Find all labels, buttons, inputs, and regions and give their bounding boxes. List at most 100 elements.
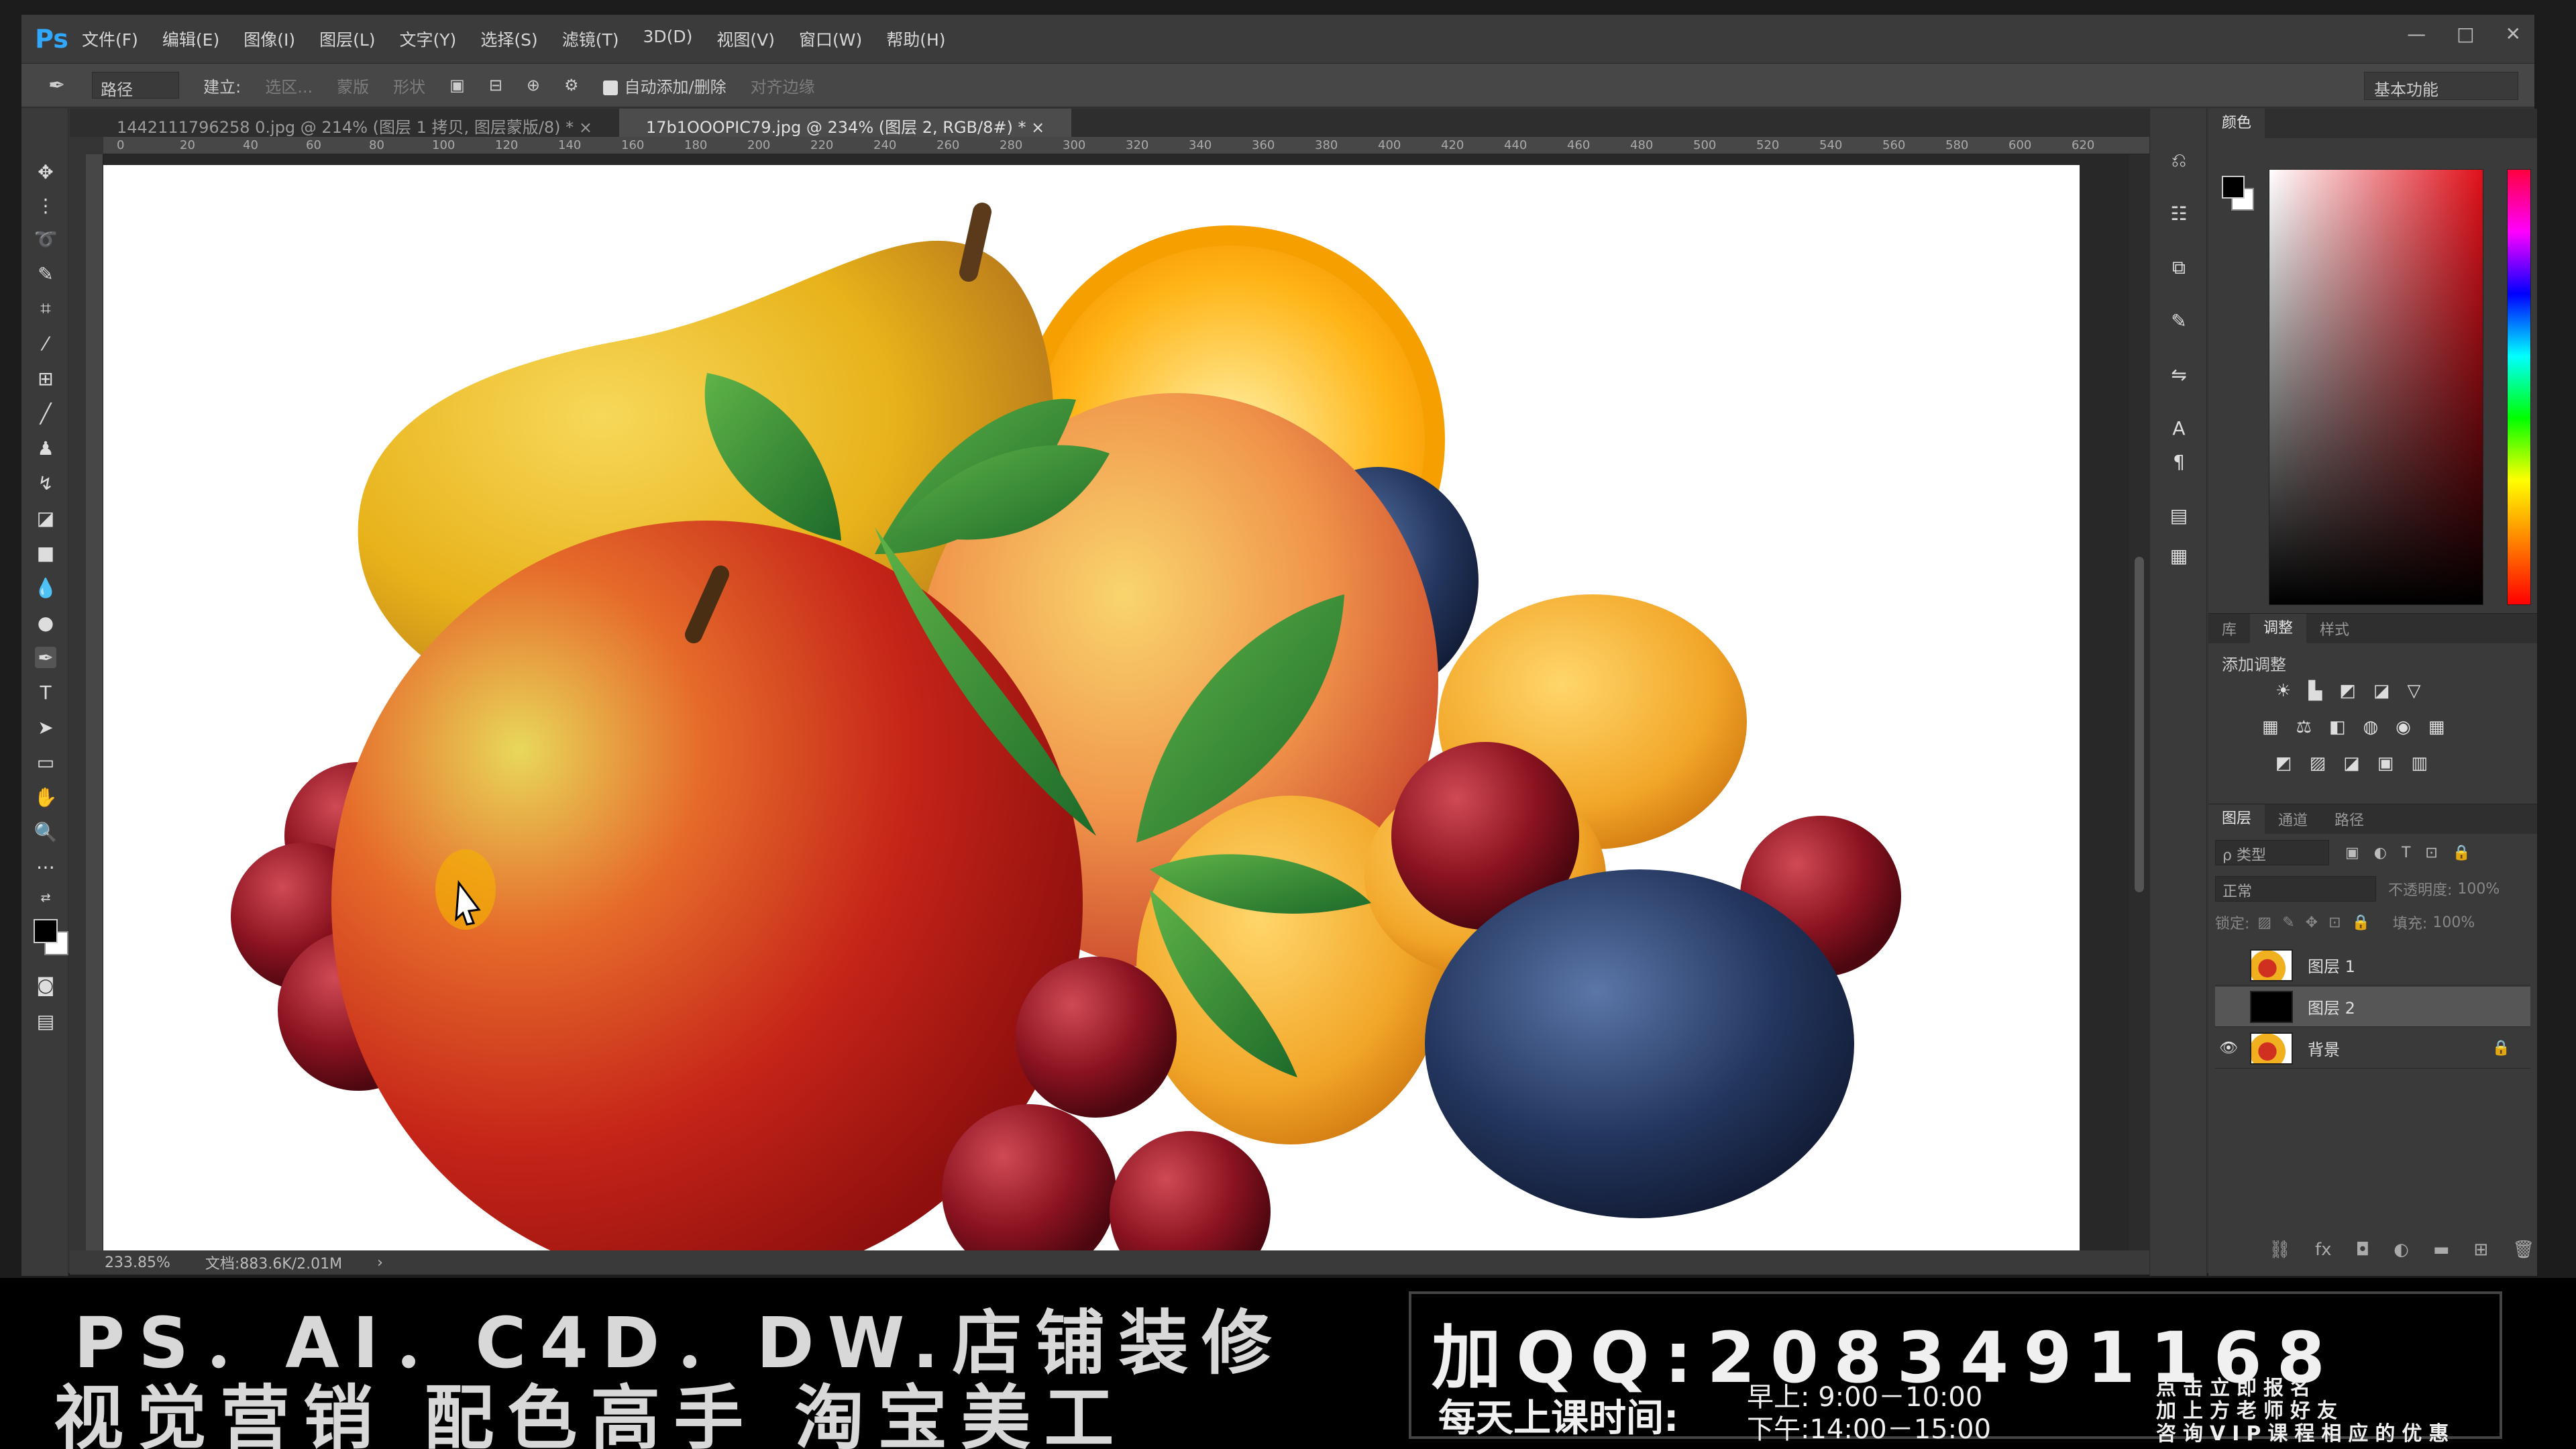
- eye-icon[interactable]: 👁: [2215, 1040, 2242, 1057]
- selective-color-icon[interactable]: ▣: [2377, 753, 2394, 773]
- layer-filter-icons[interactable]: ▣◐T⊡🔒: [2345, 845, 2485, 861]
- gradient-map-icon[interactable]: ▥: [2411, 753, 2428, 773]
- history-icon[interactable]: ⎌: [2167, 149, 2190, 172]
- menu-image[interactable]: 图像(I): [244, 27, 295, 51]
- quick-mask-icon[interactable]: ◙: [35, 974, 56, 996]
- invert-icon[interactable]: ◩: [2275, 753, 2292, 773]
- path-select-tool-icon[interactable]: ➤: [35, 716, 56, 739]
- blur-tool-icon[interactable]: 💧: [34, 577, 58, 599]
- swap-colors-icon[interactable]: ⇄: [35, 887, 56, 908]
- layer-row-1[interactable]: 图层 1: [2215, 945, 2530, 985]
- opacity-value[interactable]: 100%: [2457, 881, 2500, 898]
- color-balance-icon[interactable]: ⚖: [2296, 717, 2312, 737]
- tab-library[interactable]: 库: [2208, 618, 2250, 639]
- tab-document-2[interactable]: 17b1OOOPIC79.jpg @ 234% (图层 2, RGB/8#) *…: [619, 109, 1072, 137]
- eraser-tool-icon[interactable]: ◪: [35, 507, 56, 529]
- layer-comps-icon[interactable]: ▤: [2167, 504, 2190, 527]
- curves-icon[interactable]: ◩: [2339, 681, 2356, 701]
- brush-presets-icon[interactable]: ✎: [2167, 310, 2190, 333]
- workspace-select[interactable]: 基本功能: [2364, 72, 2518, 100]
- crop-tool-icon[interactable]: ⌗: [35, 297, 56, 319]
- stamp-tool-icon[interactable]: ♟: [35, 437, 56, 460]
- menu-view[interactable]: 视图(V): [716, 27, 775, 51]
- quick-select-tool-icon[interactable]: ✎: [35, 263, 56, 285]
- marquee-tool-icon[interactable]: ⋮: [35, 195, 56, 217]
- tab-styles[interactable]: 样式: [2306, 618, 2363, 639]
- zoom-tool-icon[interactable]: 🔍: [34, 821, 58, 843]
- type-tool-icon[interactable]: T: [35, 682, 56, 704]
- lock-icon[interactable]: 🔒: [2492, 1040, 2510, 1057]
- exposure-icon[interactable]: ◪: [2373, 681, 2390, 701]
- pen-tool-icon[interactable]: ✒: [48, 74, 65, 97]
- posterize-icon[interactable]: ▨: [2310, 753, 2326, 773]
- canvas-area[interactable]: [103, 154, 2129, 1263]
- gradient-tool-icon[interactable]: ■: [35, 542, 56, 564]
- more-tools-icon[interactable]: ⋯: [35, 856, 56, 878]
- auto-add-delete-checkbox[interactable]: 自动添加/删除: [602, 74, 727, 97]
- tab-paths[interactable]: 路径: [2321, 808, 2377, 830]
- link-icon[interactable]: ⛓: [2269, 1240, 2291, 1260]
- levels-icon[interactable]: ▙: [2308, 681, 2322, 701]
- vibrance-icon[interactable]: ▽: [2407, 681, 2420, 701]
- mode-select[interactable]: 路径: [92, 72, 180, 99]
- color-lookup-icon[interactable]: ▦: [2428, 717, 2445, 737]
- hue-slider[interactable]: [2507, 169, 2531, 605]
- color-fg-swatch[interactable]: [2222, 176, 2245, 199]
- folder-icon[interactable]: ▬: [2433, 1240, 2450, 1260]
- menu-window[interactable]: 窗口(W): [799, 27, 862, 51]
- menu-layer[interactable]: 图层(L): [319, 27, 375, 51]
- document-canvas[interactable]: [103, 165, 2080, 1258]
- status-arrow-icon[interactable]: ›: [377, 1254, 383, 1271]
- pen-tool-icon[interactable]: ✒: [35, 647, 56, 669]
- tab-adjustments[interactable]: 调整: [2250, 614, 2307, 643]
- lasso-tool-icon[interactable]: ➰: [34, 228, 58, 250]
- eyedropper-tool-icon[interactable]: ⁄: [35, 333, 56, 355]
- screen-mode-icon[interactable]: ▤: [35, 1010, 56, 1032]
- threshold-icon[interactable]: ◪: [2343, 753, 2360, 773]
- menu-select[interactable]: 选择(S): [480, 27, 537, 51]
- hand-tool-icon[interactable]: ✋: [34, 786, 58, 808]
- clone-source-icon[interactable]: ⧉: [2167, 256, 2190, 279]
- fill-value[interactable]: 100%: [2432, 914, 2475, 931]
- lock-icons[interactable]: ▨✎✥⊡🔒: [2257, 914, 2380, 931]
- photo-filter-icon[interactable]: ◍: [2363, 717, 2378, 737]
- scroll-thumb[interactable]: [2135, 557, 2144, 892]
- tab-color[interactable]: 颜色: [2208, 109, 2265, 138]
- properties-icon[interactable]: ☷: [2167, 203, 2190, 225]
- tab-layers[interactable]: 图层: [2208, 804, 2265, 834]
- menu-3d[interactable]: 3D(D): [643, 27, 692, 51]
- adjustment-layer-icon[interactable]: ◐: [2394, 1240, 2409, 1260]
- notes-icon[interactable]: ▦: [2167, 545, 2190, 568]
- menu-edit[interactable]: 编辑(E): [162, 27, 219, 51]
- selection-button[interactable]: 选区...: [265, 74, 313, 97]
- black-white-icon[interactable]: ◧: [2329, 717, 2346, 737]
- color-picker-field[interactable]: [2269, 169, 2483, 605]
- channel-mixer-icon[interactable]: ◉: [2396, 717, 2411, 737]
- trash-icon[interactable]: 🗑: [2512, 1240, 2534, 1260]
- layer-row-2[interactable]: 图层 2: [2215, 987, 2530, 1027]
- layer-row-3[interactable]: 👁 背景 🔒: [2215, 1028, 2530, 1069]
- tab-channels[interactable]: 通道: [2265, 808, 2321, 830]
- rectangle-tool-icon[interactable]: ▭: [35, 751, 56, 773]
- menu-type[interactable]: 文字(Y): [400, 27, 457, 51]
- new-layer-icon[interactable]: ⊞: [2473, 1240, 2488, 1260]
- dodge-tool-icon[interactable]: ●: [35, 612, 56, 634]
- paragraph-icon[interactable]: ¶: [2167, 451, 2190, 474]
- align-edges-checkbox[interactable]: 对齐边缘: [751, 74, 815, 97]
- maximize-button[interactable]: □: [2457, 23, 2474, 45]
- close-icon[interactable]: ×: [1031, 118, 1044, 137]
- zoom-level[interactable]: 233.85%: [105, 1254, 170, 1271]
- history-brush-tool-icon[interactable]: ↯: [35, 472, 56, 494]
- fx-icon[interactable]: fx: [2315, 1240, 2332, 1260]
- minimize-button[interactable]: —: [2407, 23, 2426, 45]
- close-icon[interactable]: ×: [579, 118, 592, 137]
- gear-icon[interactable]: ⚙: [564, 76, 579, 95]
- menu-filter[interactable]: 滤镜(T): [562, 27, 619, 51]
- blend-mode-select[interactable]: 正常: [2215, 876, 2376, 902]
- shape-button[interactable]: 形状: [393, 74, 425, 97]
- layer-filter-select[interactable]: ρ 类型: [2215, 840, 2329, 865]
- menu-file[interactable]: 文件(F): [82, 27, 138, 51]
- tab-document-1[interactable]: 1442111796258 0.jpg @ 214% (图层 1 拷贝, 图层蒙…: [70, 109, 619, 137]
- move-tool-icon[interactable]: ✥: [35, 161, 56, 183]
- vertical-scrollbar[interactable]: [2129, 154, 2149, 1263]
